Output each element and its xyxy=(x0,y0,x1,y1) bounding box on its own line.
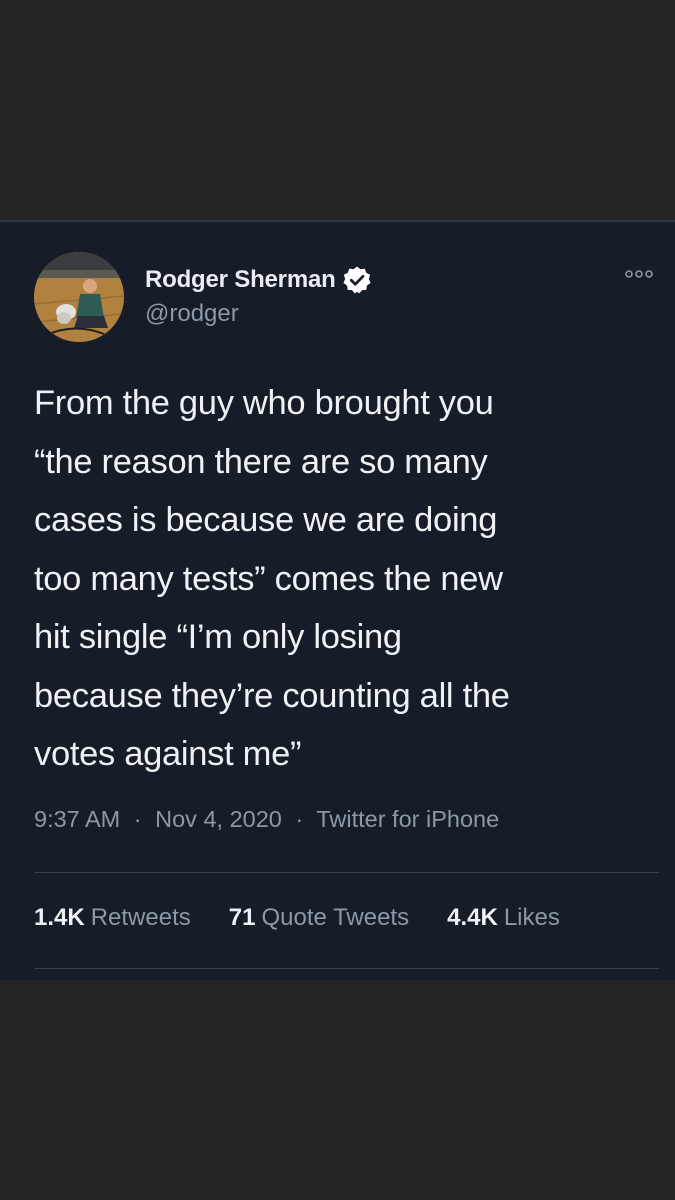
tweet-date[interactable]: Nov 4, 2020 xyxy=(155,806,282,832)
tweet-source[interactable]: Twitter for iPhone xyxy=(316,806,499,832)
meta-separator: · xyxy=(133,806,142,832)
likes-stat[interactable]: 4.4K Likes xyxy=(447,904,560,932)
stats-top-divider xyxy=(34,872,659,873)
retweets-label: Retweets xyxy=(90,904,191,931)
avatar-photo xyxy=(34,252,124,342)
tweet-stats: 1.4K Retweets 71 Quote Tweets 4.4K Likes xyxy=(34,904,560,932)
author-display-name[interactable]: Rodger Sherman xyxy=(145,266,336,294)
tweet-meta: 9:37 AM · Nov 4, 2020 · Twitter for iPho… xyxy=(34,806,499,833)
likes-count: 4.4K xyxy=(447,904,498,931)
meta-separator: · xyxy=(295,806,304,832)
verified-badge-icon xyxy=(342,265,372,295)
tweet-text-line: hit single “I’m only losing xyxy=(34,618,402,656)
more-options-icon[interactable] xyxy=(623,264,655,284)
retweets-count: 1.4K xyxy=(34,904,85,931)
tweet-text: From the guy who brought you “the reason… xyxy=(34,374,654,784)
author-avatar[interactable] xyxy=(34,252,124,342)
tweet-text-line: votes against me” xyxy=(34,735,302,773)
stats-bottom-divider xyxy=(34,968,659,969)
quote-tweets-stat[interactable]: 71 Quote Tweets xyxy=(229,904,409,932)
tweet-card: Rodger Sherman @rodger From the guy who … xyxy=(0,220,675,980)
tweet-text-line: From the guy who brought you xyxy=(34,384,494,422)
likes-label: Likes xyxy=(503,904,560,931)
author-name-row: Rodger Sherman xyxy=(145,264,372,296)
tweet-text-line: too many tests” comes the new xyxy=(34,559,503,598)
quote-tweets-count: 71 xyxy=(228,904,256,931)
tweet-text-line: “the reason there are so many xyxy=(34,442,488,481)
author-handle[interactable]: @rodger xyxy=(145,300,239,328)
tweet-text-line: because they’re counting all the xyxy=(34,676,510,715)
quote-tweets-label: Quote Tweets xyxy=(261,904,410,931)
tweet-text-line: cases is because we are doing xyxy=(34,501,498,539)
retweets-stat[interactable]: 1.4K Retweets xyxy=(34,904,191,932)
tweet-time[interactable]: 9:37 AM xyxy=(34,806,120,832)
